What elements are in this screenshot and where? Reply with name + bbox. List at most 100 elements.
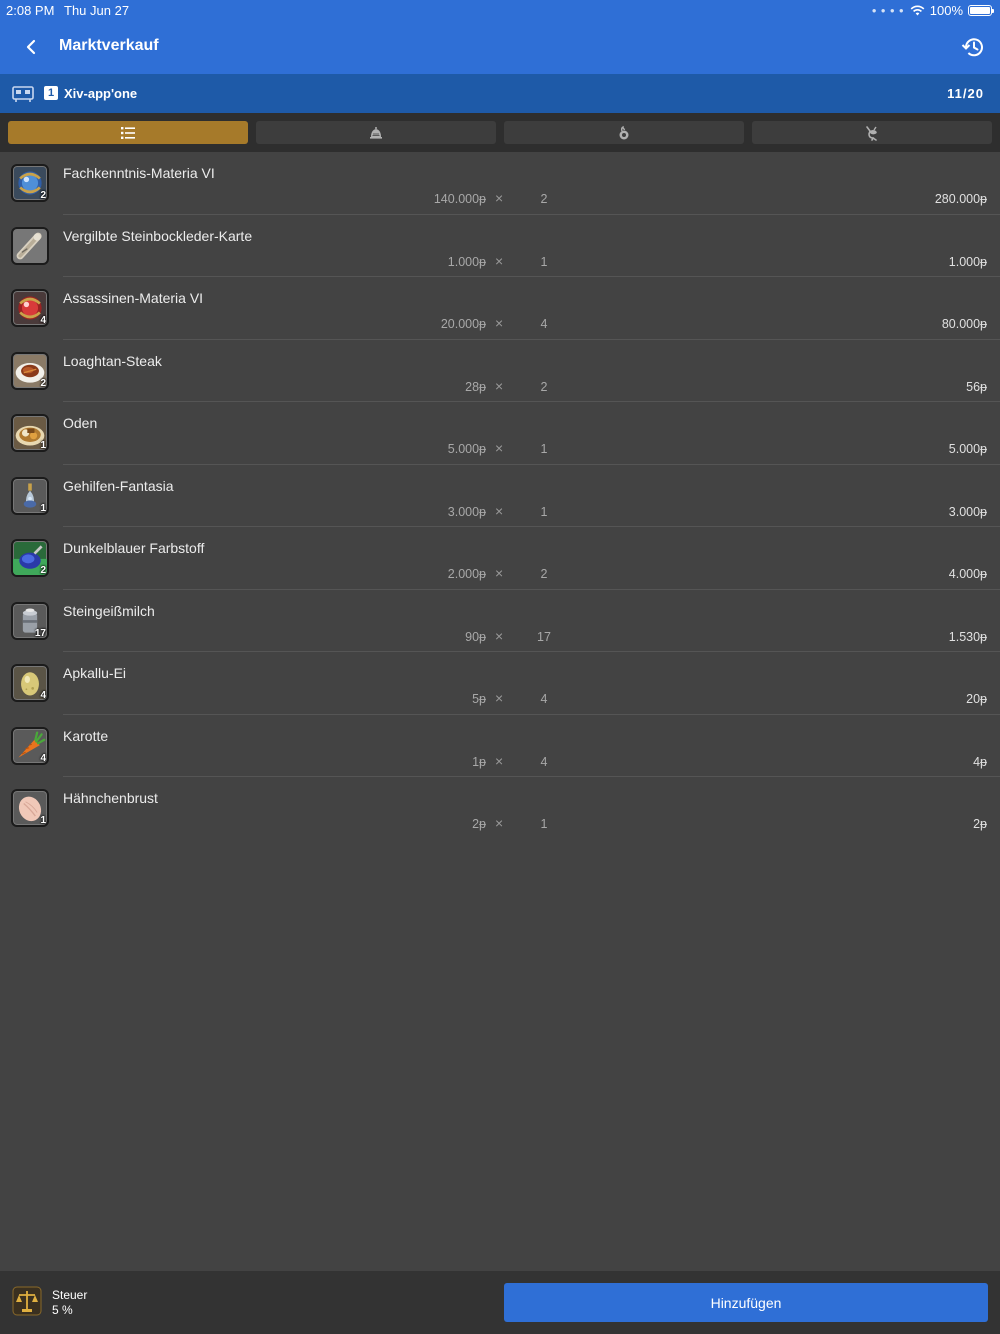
- multiply-icon: ×: [495, 502, 504, 519]
- item-count: 1: [540, 442, 548, 456]
- item-count: 1: [540, 504, 548, 519]
- unit-price: 140.000ᵽ: [433, 192, 486, 206]
- unit-price: 5.000ᵽ: [447, 442, 486, 456]
- quantity-badge: 4: [40, 752, 46, 764]
- total-price: 3.000ᵽ: [948, 504, 987, 519]
- list-item[interactable]: 1 Oden 5.000ᵽ × 1 5.000ᵽ: [0, 402, 1000, 465]
- tab-bell[interactable]: [256, 121, 496, 144]
- unit-price: 90ᵽ: [465, 629, 486, 644]
- status-right: ● ● ● ● 100%: [871, 3, 994, 18]
- bottom-bar: Steuer 5 % Hinzufügen: [0, 1271, 1000, 1334]
- battery-percent: 100%: [929, 3, 963, 18]
- tax-value: 5 %: [52, 1303, 73, 1317]
- unit-price: 2ᵽ: [472, 817, 486, 831]
- tab-food[interactable]: [504, 121, 744, 144]
- item-name: Hähnchenbrust: [63, 790, 158, 806]
- status-bar: 2:08 PM Thu Jun 27 ● ● ● ● 100%: [0, 0, 1000, 20]
- multiply-icon: ×: [495, 565, 504, 581]
- retainer-item-count: 11/20: [947, 86, 984, 101]
- multiply-icon: ×: [495, 815, 504, 831]
- item-name: Assassinen-Materia VI: [63, 290, 204, 306]
- quantity-badge: 4: [40, 315, 46, 326]
- list-item[interactable]: 1 Gehilfen-Fantasia 3.000ᵽ × 1 3.000ᵽ: [0, 465, 1000, 527]
- unit-price: 1.000ᵽ: [447, 254, 486, 269]
- chicken-breast-icon: 1: [11, 789, 49, 827]
- item-count: 2: [540, 192, 548, 206]
- list-item[interactable]: 2 Fachkenntnis-Materia VI 140.000ᵽ × 2 2…: [0, 152, 1000, 215]
- unit-price: 3.000ᵽ: [447, 504, 486, 519]
- total-price: 4.000ᵽ: [948, 567, 987, 581]
- unit-price: 2.000ᵽ: [447, 567, 486, 581]
- quantity-badge: 1: [40, 815, 46, 826]
- egg-icon: 4: [11, 664, 49, 702]
- quantity-badge: 17: [34, 627, 46, 639]
- history-icon: [961, 38, 983, 57]
- map-scroll-icon: [11, 226, 49, 265]
- tab-strip: [0, 113, 1000, 152]
- list-item[interactable]: 4 Apkallu-Ei 5ᵽ × 4 20ᵽ: [0, 652, 1000, 715]
- steak-icon: 2: [11, 351, 49, 390]
- multiply-icon: ×: [495, 315, 504, 331]
- materia-blue-icon: 2: [11, 164, 49, 202]
- item-count: 4: [540, 317, 548, 331]
- potion-icon: 1: [11, 476, 49, 515]
- list-item[interactable]: 2 Loaghtan-Steak 28ᵽ × 2 56ᵽ: [0, 340, 1000, 402]
- list-item[interactable]: Vergilbte Steinbockleder-Karte 1.000ᵽ × …: [0, 215, 1000, 277]
- retainer-index-badge: 1: [44, 86, 58, 100]
- milk-can-icon: 17: [11, 601, 49, 640]
- item-count: 1: [540, 817, 548, 831]
- item-name: Dunkelblauer Farbstoff: [63, 540, 205, 556]
- history-button[interactable]: [960, 34, 986, 60]
- unit-price: 1ᵽ: [472, 754, 486, 769]
- quantity-badge: 1: [40, 440, 46, 451]
- tab-chocobo[interactable]: [752, 121, 992, 144]
- add-button[interactable]: Hinzufügen: [504, 1283, 988, 1322]
- total-price: 4ᵽ: [973, 754, 987, 769]
- page-title: Marktverkauf: [59, 37, 159, 54]
- materia-red-icon: 4: [11, 289, 49, 327]
- total-price: 1.000ᵽ: [948, 254, 987, 269]
- unit-price: 5ᵽ: [472, 692, 486, 706]
- list-icon: [121, 126, 135, 139]
- bell-icon: [370, 126, 382, 139]
- status-time: 2:08 PM: [6, 3, 55, 18]
- list-item[interactable]: 17 Steingeißmilch 90ᵽ × 17 1.530ᵽ: [0, 590, 1000, 652]
- multiply-icon: ×: [495, 690, 504, 706]
- multiply-icon: ×: [495, 252, 504, 269]
- multiply-icon: ×: [495, 440, 504, 456]
- item-count: 2: [540, 379, 548, 394]
- item-name: Gehilfen-Fantasia: [63, 477, 174, 494]
- item-name: Apkallu-Ei: [63, 665, 127, 681]
- signal-dots-icon: ● ● ● ●: [871, 6, 905, 15]
- item-count: 4: [540, 692, 548, 706]
- back-button[interactable]: [18, 34, 44, 60]
- item-name: Karotte: [63, 727, 109, 744]
- quantity-badge: 4: [40, 690, 46, 701]
- total-price: 280.000ᵽ: [934, 192, 987, 206]
- oden-icon: 1: [11, 414, 49, 452]
- battery-icon: [968, 5, 994, 16]
- unit-price: 20.000ᵽ: [440, 317, 486, 331]
- item-name: Vergilbte Steinbockleder-Karte: [63, 227, 253, 244]
- list-item[interactable]: 2 Dunkelblauer Farbstoff 2.000ᵽ × 2 4.00…: [0, 527, 1000, 590]
- item-name: Fachkenntnis-Materia VI: [63, 165, 215, 181]
- item-count: 4: [540, 754, 548, 769]
- retainer-name: Xiv-app'one: [64, 86, 138, 101]
- retainer-icon: [12, 86, 34, 102]
- chocobo-icon: [866, 125, 877, 141]
- list-item[interactable]: 1 Hähnchenbrust 2ᵽ × 1 2ᵽ: [0, 777, 1000, 840]
- tab-list[interactable]: [8, 121, 248, 144]
- total-price: 80.000ᵽ: [941, 317, 987, 331]
- quantity-badge: 2: [40, 190, 46, 201]
- item-name: Oden: [63, 415, 98, 431]
- unit-price: 28ᵽ: [465, 379, 486, 394]
- food-icon: [619, 125, 629, 139]
- quantity-badge: 1: [40, 502, 46, 514]
- list-item[interactable]: 4 Assassinen-Materia VI 20.000ᵽ × 4 80.0…: [0, 277, 1000, 340]
- multiply-icon: ×: [495, 377, 504, 394]
- quantity-badge: 2: [40, 565, 46, 576]
- multiply-icon: ×: [495, 190, 504, 206]
- retainer-bar: 1 Xiv-app'one 11/20: [0, 74, 1000, 113]
- list-item[interactable]: 4 Karotte 1ᵽ × 4 4ᵽ: [0, 715, 1000, 777]
- wifi-icon: [910, 5, 925, 16]
